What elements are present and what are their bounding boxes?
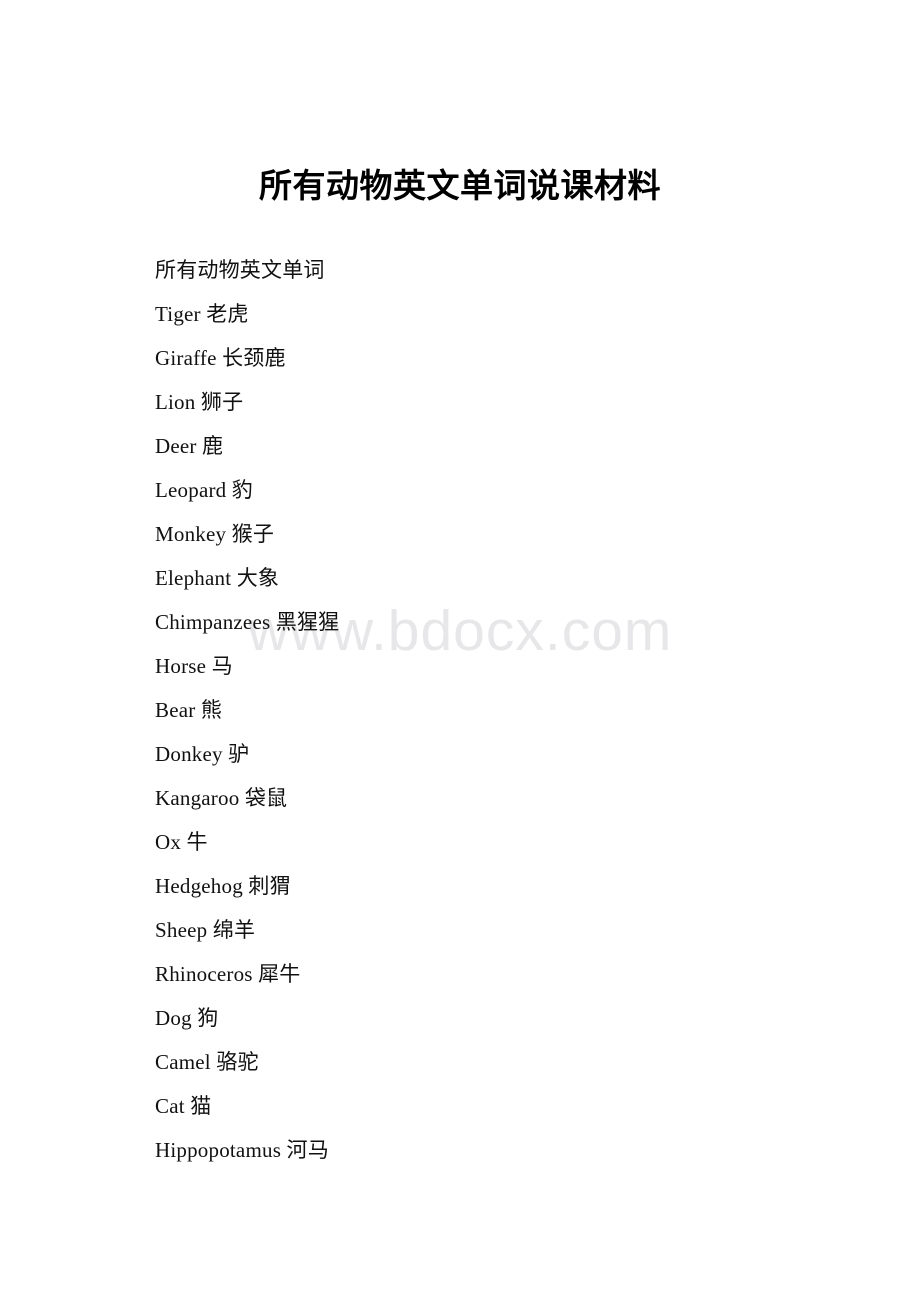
list-item: Donkey 驴 bbox=[155, 742, 250, 766]
list-item: Cat 猫 bbox=[155, 1094, 212, 1118]
list-item: Rhinoceros 犀牛 bbox=[155, 962, 301, 986]
list-item: Camel 骆驼 bbox=[155, 1050, 259, 1074]
word-list: 所有动物英文单词 Tiger 老虎 Giraffe 长颈鹿 Lion 狮子 Deer 鹿… bbox=[155, 248, 855, 1172]
list-item: Horse 马 bbox=[155, 654, 233, 678]
page-title: 所有动物英文单词说课材料 bbox=[259, 169, 661, 206]
list-item: Hippopotamus 河马 bbox=[155, 1138, 329, 1162]
list-item: Lion 狮子 bbox=[155, 390, 244, 414]
list-item: Monkey 猴子 bbox=[155, 522, 275, 546]
list-item: Giraffe 长颈鹿 bbox=[155, 346, 286, 370]
list-item: Sheep 绵羊 bbox=[155, 918, 256, 942]
list-item: Tiger 老虎 bbox=[155, 302, 249, 326]
list-heading-line: 所有动物英文单词 bbox=[155, 258, 325, 282]
list-item: Ox 牛 bbox=[155, 830, 208, 854]
document-page: www.bdocx.com 所有动物英文单词说课材料 所有动物英文单词 Tiger… bbox=[0, 0, 920, 1302]
list-item: Dog 狗 bbox=[155, 1006, 219, 1030]
list-item: Elephant 大象 bbox=[155, 566, 280, 590]
list-item: Kangaroo 袋鼠 bbox=[155, 786, 288, 810]
list-item: Deer 鹿 bbox=[155, 434, 224, 458]
list-item: Leopard 豹 bbox=[155, 478, 254, 502]
list-item: Bear 熊 bbox=[155, 698, 223, 722]
list-item: Hedgehog 刺猬 bbox=[155, 874, 291, 898]
list-item: Chimpanzees 黑猩猩 bbox=[155, 610, 340, 634]
